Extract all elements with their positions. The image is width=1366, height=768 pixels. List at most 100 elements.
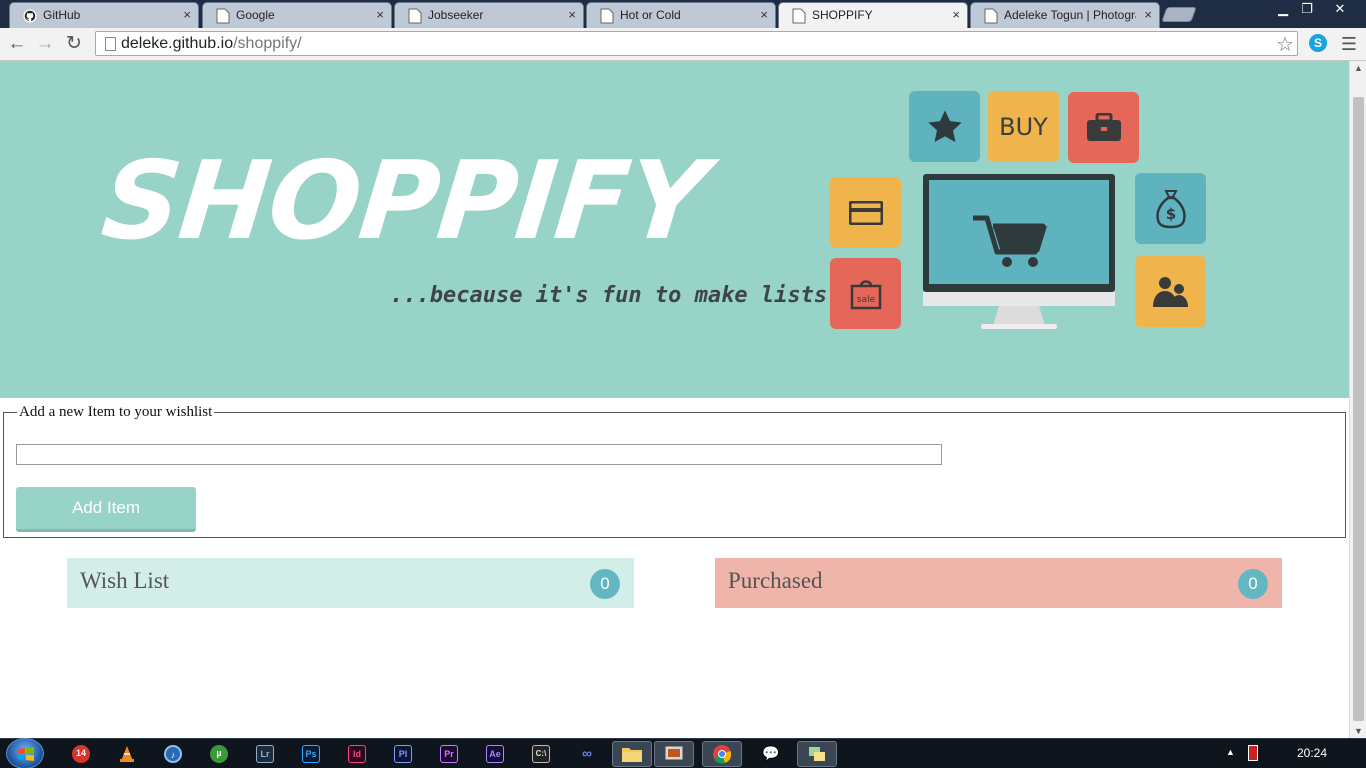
itunes-icon[interactable]: ♪ <box>164 745 182 763</box>
chrome-icon <box>713 745 732 764</box>
tab-close-icon[interactable]: × <box>1144 7 1152 22</box>
calendar-app-icon[interactable]: 14 <box>72 745 90 763</box>
site-logo: SHOPPIFY <box>96 139 713 264</box>
indesign-icon[interactable]: Id <box>348 745 366 763</box>
start-button[interactable] <box>6 738 44 768</box>
star-tile <box>909 91 980 162</box>
system-clock[interactable]: 20:24 <box>1297 746 1327 760</box>
tab-adeleke-togun[interactable]: Adeleke Togun | Photogra × <box>970 2 1160 28</box>
wish-list-panel: Wish List 0 <box>67 558 634 608</box>
tagline: ...because it's fun to make lists <box>390 283 828 308</box>
wish-list-title: Wish List <box>80 568 170 593</box>
tray-expand-icon[interactable]: ▲ <box>1226 747 1235 757</box>
tab-title: Jobseeker <box>428 8 484 22</box>
tab-jobseeker[interactable]: Jobseeker × <box>394 2 584 28</box>
tab-title: SHOPPIFY <box>812 8 873 22</box>
new-tab-button[interactable] <box>1161 7 1197 22</box>
prelude-icon[interactable]: Pl <box>394 745 412 763</box>
tab-close-icon[interactable]: × <box>952 7 960 22</box>
tab-hot-or-cold[interactable]: Hot or Cold × <box>586 2 776 28</box>
add-item-button[interactable]: Add Item <box>16 487 196 532</box>
presentation-taskbar-button[interactable] <box>654 741 694 767</box>
tab-close-icon[interactable]: × <box>183 7 191 22</box>
vertical-scrollbar[interactable]: ▲ ▼ <box>1349 61 1366 738</box>
photoshop-icon[interactable]: Ps <box>302 745 320 763</box>
battery-icon[interactable] <box>1248 745 1258 761</box>
tab-close-icon[interactable]: × <box>760 7 768 22</box>
url-path: /shoppify/ <box>233 35 302 52</box>
minimize-icon[interactable]: ▁ <box>1270 1 1296 19</box>
tab-shoppify[interactable]: SHOPPIFY × <box>778 2 968 29</box>
add-item-form: Add a new Item to your wishlist Add Item <box>3 404 1346 538</box>
sale-bag-tile: sale <box>830 258 901 329</box>
buy-label: BUY <box>999 112 1048 141</box>
users-tile <box>1135 256 1206 327</box>
windows-taskbar: 14 ♪ µ Lr Ps Id Pl Pr Ae C:\ ∞ 💬 ▲ 20:24 <box>0 738 1366 768</box>
credit-card-icon <box>848 200 883 225</box>
briefcase-icon <box>1086 112 1121 141</box>
briefcase-tile <box>1068 92 1139 163</box>
address-bar[interactable]: deleke.github.io/shoppify/ ☆ <box>95 31 1298 56</box>
folder-icon <box>622 748 642 762</box>
forward-icon[interactable]: → <box>34 33 56 55</box>
tab-google[interactable]: Google × <box>202 2 392 28</box>
page-icon <box>792 8 806 24</box>
infinity-app-icon[interactable]: ∞ <box>578 745 596 763</box>
windows-flag-icon <box>18 747 34 761</box>
menu-icon[interactable]: ☰ <box>1339 34 1359 54</box>
wish-list-count-badge: 0 <box>590 569 620 599</box>
page-icon <box>984 8 998 24</box>
svg-text:$: $ <box>1165 205 1175 223</box>
lightroom-icon[interactable]: Lr <box>256 745 274 763</box>
vlc-icon[interactable] <box>118 745 136 763</box>
page-icon <box>408 8 422 24</box>
restore-icon[interactable]: ❐ <box>1294 1 1320 19</box>
command-prompt-icon[interactable]: C:\ <box>532 745 550 763</box>
bookmark-star-icon[interactable]: ☆ <box>1276 32 1294 57</box>
tab-github[interactable]: GitHub × <box>9 2 199 28</box>
computer-monitor-icon <box>923 174 1115 329</box>
purchased-title: Purchased <box>728 568 823 593</box>
sale-label: sale <box>856 295 875 305</box>
url-text: deleke.github.io/shoppify/ <box>121 35 302 53</box>
shopping-bag-icon: sale <box>850 279 881 309</box>
new-item-input[interactable] <box>16 444 942 465</box>
page-icon <box>105 37 116 51</box>
tab-close-icon[interactable]: × <box>568 7 576 22</box>
tab-close-icon[interactable]: × <box>376 7 384 22</box>
money-bag-tile: $ <box>1135 173 1206 244</box>
hero-banner: SHOPPIFY ...because it's fun to make lis… <box>0 61 1349 398</box>
chrome-taskbar-button[interactable] <box>702 741 742 767</box>
file-explorer-taskbar-button[interactable] <box>612 741 652 767</box>
github-icon <box>23 9 37 23</box>
page-icon <box>216 8 230 24</box>
tab-title: Adeleke Togun | Photogra <box>1004 8 1136 22</box>
messenger-icon <box>809 747 825 761</box>
tab-strip: GitHub × Google × Jobseeker × Hot or Col… <box>0 0 1366 29</box>
chat-icon[interactable]: 💬 <box>762 745 780 763</box>
tab-title: Google <box>236 8 275 22</box>
skype-extension-icon[interactable]: S <box>1309 34 1327 52</box>
purchased-count-badge: 0 <box>1238 569 1268 599</box>
after-effects-icon[interactable]: Ae <box>486 745 504 763</box>
purchased-panel: Purchased 0 <box>715 558 1282 608</box>
scrollbar-thumb[interactable] <box>1353 97 1364 721</box>
form-legend: Add a new Item to your wishlist <box>19 404 213 420</box>
buy-tile: BUY <box>988 91 1059 162</box>
users-icon <box>1152 276 1188 307</box>
scroll-up-arrow-icon[interactable]: ▲ <box>1354 63 1363 73</box>
page-icon <box>600 8 614 24</box>
window-close-icon[interactable]: ✕ <box>1327 1 1353 19</box>
messenger-taskbar-button[interactable] <box>797 741 837 767</box>
credit-card-tile <box>830 177 901 248</box>
browser-toolbar: ← → ↻ deleke.github.io/shoppify/ ☆ S ☰ <box>0 28 1366 61</box>
url-host: deleke.github.io <box>121 35 234 52</box>
utorrent-icon[interactable]: µ <box>210 745 228 763</box>
reload-icon[interactable]: ↻ <box>63 33 85 55</box>
presentation-icon <box>664 745 684 761</box>
back-icon[interactable]: ← <box>6 33 28 55</box>
tab-title: GitHub <box>43 8 81 22</box>
page-viewport: SHOPPIFY ...because it's fun to make lis… <box>0 61 1366 738</box>
premiere-icon[interactable]: Pr <box>440 745 458 763</box>
scroll-down-arrow-icon[interactable]: ▼ <box>1354 726 1363 736</box>
